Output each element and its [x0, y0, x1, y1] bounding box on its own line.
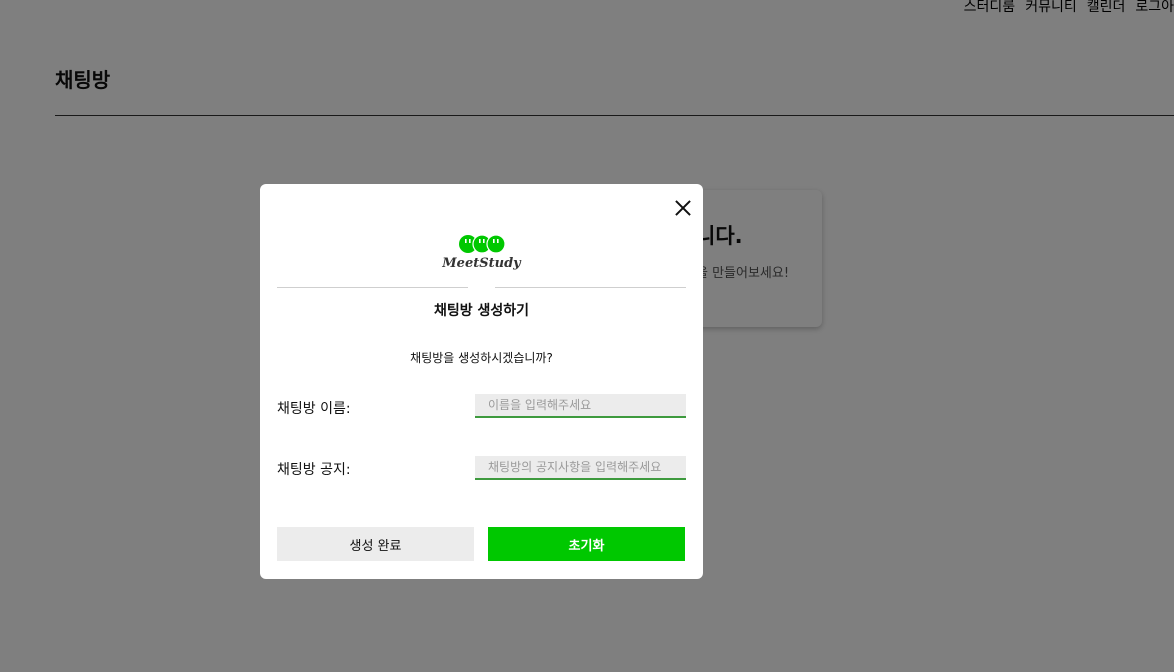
logo-divider-right: [495, 287, 686, 288]
modal-question: 채팅방을 생성하시겠습니까?: [410, 351, 553, 365]
logo: MeetStudy: [260, 234, 703, 271]
create-chatroom-modal: MeetStudy 채팅방 생성하기 채팅방을 생성하시겠습니까? 채팅방 이름…: [260, 184, 703, 579]
create-complete-button[interactable]: 생성 완료: [277, 527, 474, 561]
chatroom-notice-input[interactable]: [475, 456, 686, 480]
chatroom-name-label: 채팅방 이름:: [277, 401, 351, 417]
modal-title: 채팅방 생성하기: [433, 303, 530, 319]
chatroom-name-input[interactable]: [475, 394, 686, 418]
reset-button[interactable]: 초기화: [488, 527, 685, 561]
chatroom-notice-label: 채팅방 공지:: [277, 462, 351, 478]
logo-divider-left: [277, 287, 468, 288]
logo-text: MeetStudy: [442, 256, 521, 271]
meetstudy-logo-icon: [458, 234, 506, 254]
close-icon[interactable]: [673, 198, 693, 218]
